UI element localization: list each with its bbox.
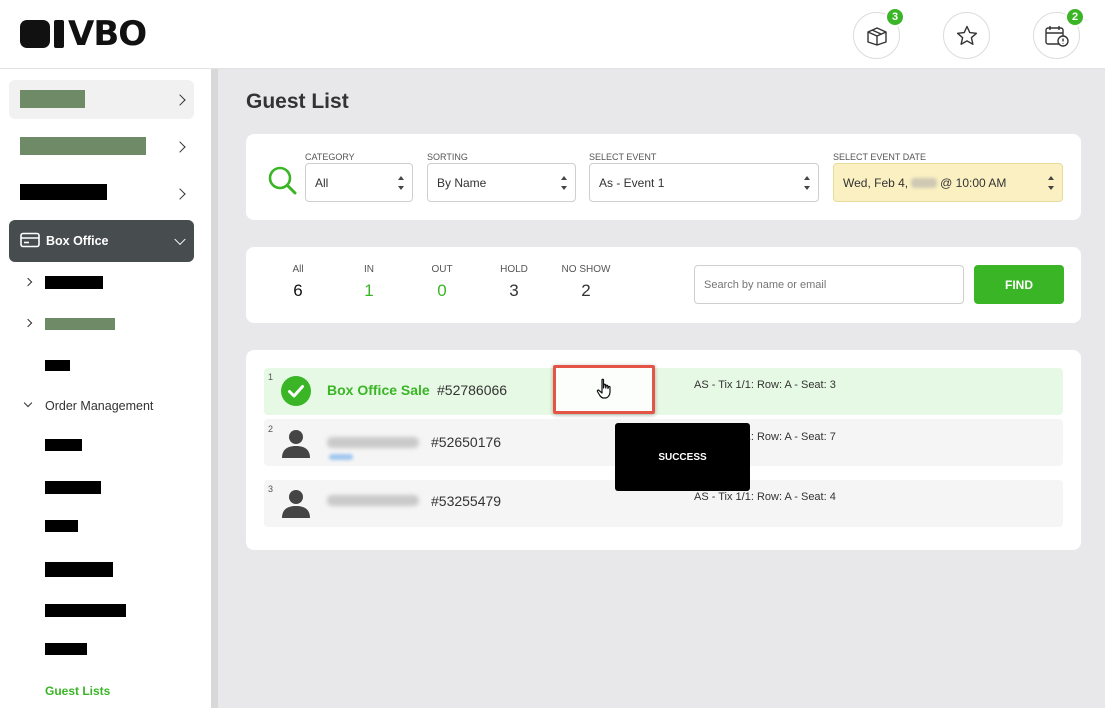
sidebar-item-box-office[interactable]: Box Office — [9, 220, 194, 262]
box-icon — [866, 26, 887, 46]
event-date-label: SELECT EVENT DATE — [833, 152, 927, 162]
event-label: SELECT EVENT — [589, 152, 657, 162]
top-header: VBO 3 2 — [0, 0, 1105, 69]
redacted-label — [20, 184, 107, 200]
user-icon — [282, 430, 310, 458]
chevron-down-icon — [174, 233, 186, 246]
chevron-right-icon — [174, 187, 186, 200]
chevron-right-icon — [174, 93, 186, 106]
event-value: As - Event 1 — [599, 175, 665, 190]
seat-info: AS - Tix 1/1: Row: A - Seat: 3 — [694, 379, 836, 391]
stat-no-show[interactable]: NO SHOW 2 — [556, 264, 616, 301]
sidebar-item-order-management[interactable]: Order Management — [45, 399, 153, 413]
redacted-label[interactable] — [45, 318, 115, 330]
star-icon — [956, 25, 977, 45]
redacted-link[interactable] — [329, 454, 353, 460]
sidebar-item-2[interactable] — [9, 127, 194, 166]
redacted-label[interactable] — [45, 439, 82, 451]
event-date-suffix: @ 10:00 AM — [940, 175, 1007, 190]
calendar-alerts-button[interactable]: 2 — [1033, 7, 1085, 59]
redacted-label — [20, 90, 85, 108]
sidebar-item-3[interactable] — [9, 174, 194, 213]
redacted-label[interactable] — [45, 276, 103, 289]
redacted-label — [20, 137, 146, 155]
chevron-right-icon — [174, 140, 186, 153]
stat-value: 1 — [364, 281, 374, 300]
stat-out[interactable]: OUT 0 — [422, 264, 462, 301]
stat-value: 3 — [509, 281, 519, 300]
box-button[interactable]: 3 — [853, 7, 905, 59]
sidebar: Box Office Order Management Guest Lists — [0, 69, 212, 708]
stat-value: 0 — [437, 281, 447, 300]
stat-label: OUT — [431, 264, 453, 275]
logo-mark — [20, 20, 50, 48]
stat-hold[interactable]: HOLD 3 — [493, 264, 535, 301]
order-number: #52650176 — [431, 434, 502, 450]
redacted-year — [911, 177, 938, 188]
category-value: All — [315, 175, 329, 190]
page-title: Guest List — [246, 90, 349, 113]
redacted-label[interactable] — [45, 643, 87, 655]
hand-pointer-icon — [596, 378, 611, 399]
sidebar-item-1[interactable] — [9, 80, 194, 119]
logo-text: VBO — [68, 14, 147, 54]
stat-value: 6 — [293, 281, 303, 300]
row-number: 1 — [268, 372, 274, 382]
select-arrows-icon — [1048, 176, 1054, 190]
search-input[interactable] — [694, 265, 964, 304]
order-number: #53255479 — [431, 493, 502, 509]
success-toast: SUCCESS — [615, 423, 750, 491]
chevron-right-icon[interactable] — [23, 277, 33, 287]
chevron-right-icon[interactable] — [23, 318, 33, 328]
calendar-alert-icon — [1044, 25, 1069, 47]
redacted-label[interactable] — [45, 562, 113, 577]
find-button[interactable]: FIND — [974, 265, 1064, 304]
check-circle-icon — [281, 376, 311, 406]
category-select[interactable]: All — [305, 163, 413, 202]
sidebar-item-guest-lists[interactable]: Guest Lists — [45, 684, 110, 698]
guest-name[interactable]: Box Office Sale — [327, 382, 430, 398]
sidebar-scrollbar[interactable] — [211, 69, 218, 708]
event-date-select[interactable]: Wed, Feb 4, @ 10:00 AM — [833, 163, 1063, 202]
sidebar-item-label: Box Office — [46, 234, 109, 248]
search-icon — [268, 166, 297, 195]
favorites-button[interactable] — [943, 12, 990, 59]
select-arrows-icon — [804, 176, 810, 190]
redacted-guest-name — [327, 437, 419, 448]
highlighted-check-in-cell[interactable] — [553, 365, 655, 414]
stat-value: 2 — [581, 281, 591, 300]
event-select[interactable]: As - Event 1 — [589, 163, 819, 202]
sorting-label: SORTING — [427, 152, 468, 162]
redacted-label[interactable] — [45, 360, 70, 371]
order-number: #52786066 — [437, 382, 508, 398]
redacted-label[interactable] — [45, 520, 78, 532]
sorting-select[interactable]: By Name — [427, 163, 576, 202]
row-number: 2 — [268, 424, 274, 434]
stat-all[interactable]: All 6 — [281, 264, 315, 301]
chevron-down-icon[interactable] — [23, 398, 33, 408]
sorting-value: By Name — [437, 175, 487, 190]
category-label: CATEGORY — [305, 152, 355, 162]
credit-card-icon — [20, 232, 40, 248]
stat-in[interactable]: IN 1 — [352, 264, 386, 301]
event-date-prefix: Wed, Feb 4, — [843, 175, 909, 190]
user-icon — [282, 490, 310, 518]
redacted-label[interactable] — [45, 604, 126, 617]
stat-label: All — [292, 264, 304, 275]
calendar-badge: 2 — [1065, 7, 1085, 27]
stat-label: NO SHOW — [561, 264, 611, 275]
box-badge: 3 — [885, 7, 905, 27]
redacted-label[interactable] — [45, 481, 101, 494]
seat-info: AS - Tix 1/1: Row: A - Seat: 4 — [694, 491, 836, 503]
select-arrows-icon — [398, 176, 404, 190]
stat-label: HOLD — [500, 264, 528, 275]
vbo-logo[interactable]: VBO — [20, 14, 147, 54]
stat-label: IN — [364, 264, 374, 275]
redacted-guest-name — [327, 495, 419, 506]
row-number: 3 — [268, 484, 274, 494]
logo-mark-bar — [54, 20, 64, 48]
select-arrows-icon — [561, 176, 567, 190]
